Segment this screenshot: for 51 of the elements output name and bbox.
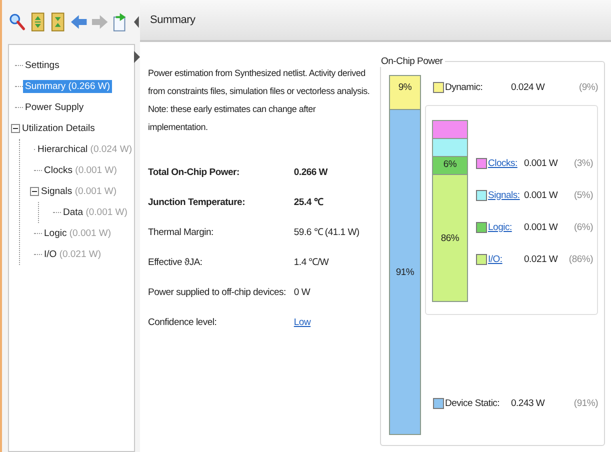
- bar-segment: 6%: [433, 157, 467, 175]
- power-value: 0.243 W: [511, 398, 546, 408]
- tree-item[interactable]: Clocks (0.001 W): [42, 164, 119, 177]
- legend-link[interactable]: Signals:: [488, 190, 524, 200]
- percent-value: (3%): [572, 158, 593, 168]
- legend-link[interactable]: Logic:: [488, 222, 524, 232]
- power-value: 0.001 W: [524, 158, 559, 168]
- field-value: 59.6 ℃ (41.1 W): [294, 226, 360, 240]
- percent-value: (6%): [572, 222, 593, 232]
- bar-segment: 86%: [433, 175, 467, 301]
- power-value: 0.021 W: [524, 254, 559, 264]
- field-value: 1.4 ℃/W: [294, 256, 330, 270]
- field-label: Total On-Chip Power:: [148, 166, 240, 180]
- tree-item[interactable]: Power Supply: [23, 101, 86, 114]
- search-icon[interactable]: [8, 12, 26, 32]
- bar-segment: 91%: [390, 110, 420, 434]
- percent-value: (86%): [568, 254, 593, 264]
- panel-title: Summary: [150, 14, 196, 26]
- percent-value: (5%): [572, 190, 593, 200]
- tree-item[interactable]: Signals (0.001 W): [39, 185, 119, 198]
- field-label: Effective ϑJA:: [148, 256, 204, 270]
- field-value: 0.266 W: [294, 166, 329, 180]
- legend-label: Device Static:: [445, 398, 501, 408]
- tree-item[interactable]: I/O (0.021 W): [42, 248, 104, 261]
- bar-segment: 9%: [390, 76, 420, 110]
- collapse-icon[interactable]: [30, 187, 39, 196]
- field-label: Power supplied to off-chip devices:: [148, 286, 286, 300]
- back-arrow-icon[interactable]: [70, 12, 88, 32]
- field-label: Junction Temperature:: [148, 196, 246, 210]
- percent-value: (9%): [578, 82, 598, 92]
- power-value: 0.024 W: [511, 82, 546, 92]
- tree-item[interactable]: Settings: [23, 59, 62, 72]
- percent-value: (91%): [572, 398, 598, 408]
- tree-item[interactable]: Utilization Details: [20, 122, 97, 135]
- tree-item[interactable]: Logic (0.001 W): [42, 227, 114, 240]
- legend-link[interactable]: I/O:: [488, 254, 524, 264]
- group-title: On-Chip Power: [380, 56, 444, 67]
- field-label: Thermal Margin:: [148, 226, 214, 240]
- field-value: 25.4 ℃: [294, 196, 324, 210]
- tree-item[interactable]: Data (0.001 W): [61, 206, 130, 219]
- legend-link[interactable]: Clocks:: [488, 158, 524, 168]
- description-text: Power estimation from Synthesized netlist. Activity derived from constraints files, simulation files or vectorless analysis. Note: these early estimates can change after implementation.: [148, 67, 371, 134]
- power-value: 0.001 W: [524, 190, 559, 200]
- expand-all-icon[interactable]: [28, 12, 46, 32]
- legend-label: Dynamic:: [445, 82, 484, 92]
- field-label: Confidence level:: [148, 316, 218, 330]
- power-value: 0.001 W: [524, 222, 559, 232]
- field-value: 0 W: [294, 286, 312, 300]
- confidence-link[interactable]: Low: [294, 317, 311, 328]
- tree-item[interactable]: Hierarchical (0.024 W): [35, 143, 134, 156]
- collapse-icon[interactable]: [11, 124, 20, 133]
